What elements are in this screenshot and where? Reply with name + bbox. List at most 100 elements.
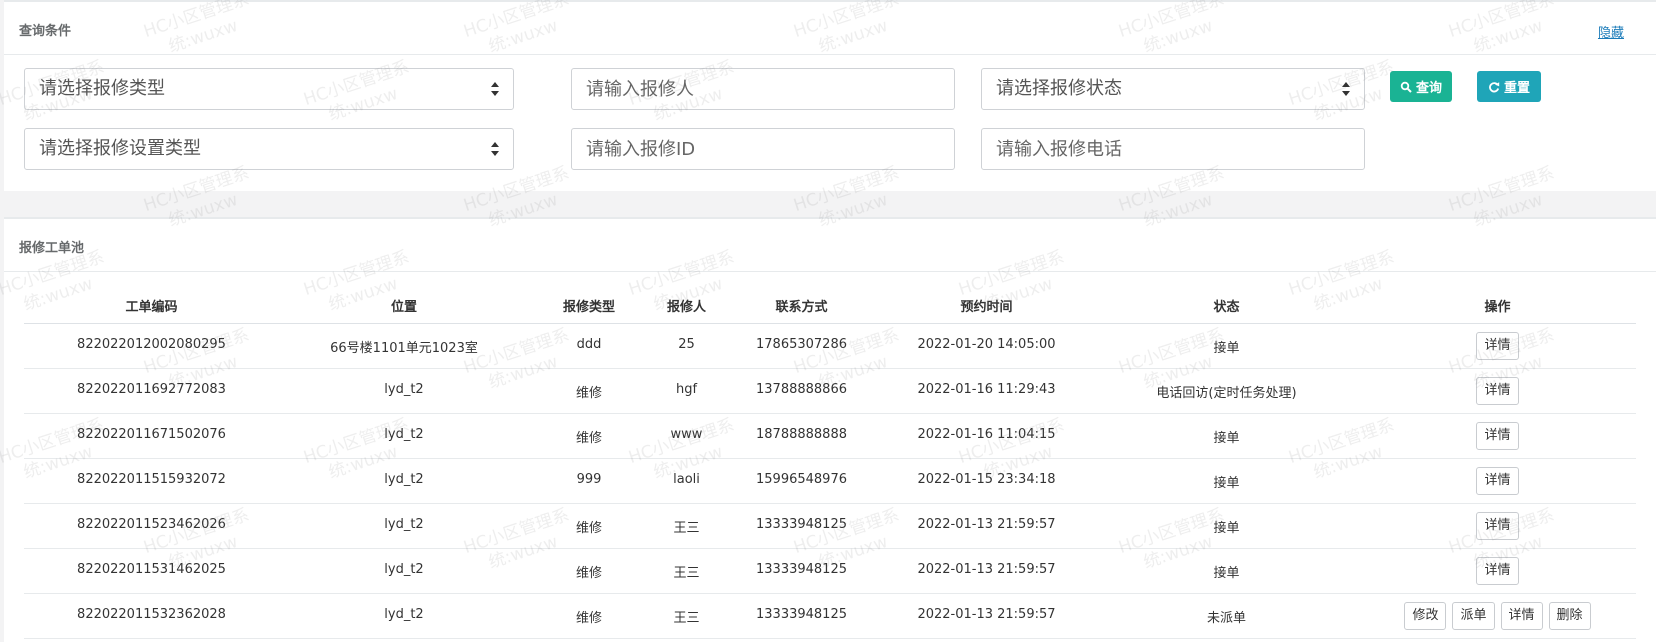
detail-button[interactable]: 详情	[1476, 466, 1519, 495]
table-body: 822022012002080295 66号楼1101单元1023室 ddd 25 17…	[24, 323, 1636, 639]
status-cell: 接单	[1094, 503, 1359, 549]
location-cell: lyd_t2	[279, 458, 529, 504]
column-header: 报修类型	[529, 287, 649, 324]
table-row: 822022011671502076 lyd_t2 维修 www 18788888888…	[24, 413, 1636, 459]
detail-button[interactable]: 详情	[1476, 376, 1519, 405]
repair-pool-header: 报修工单池	[4, 219, 1656, 272]
column-header: 工单编码	[24, 287, 279, 324]
repair-type-cell: 维修	[529, 503, 649, 549]
phone-cell: 13788888866	[724, 368, 879, 414]
location-cell: lyd_t2	[279, 503, 529, 549]
repair-type-select-value: 请选择报修类型	[39, 78, 165, 99]
actions-cell: 详情	[1359, 548, 1636, 594]
row-actions: 详情	[1360, 331, 1635, 360]
detail-button[interactable]: 详情	[1476, 421, 1519, 450]
reporter-cell: 王三	[649, 593, 724, 639]
select-arrows-icon	[491, 142, 499, 156]
repair-pool-panel: 报修工单池 工单编码 位置 报修类型 报修人 联系方式 预约时间 状态 操作 8…	[4, 217, 1656, 642]
hide-link[interactable]: 隐藏	[1598, 22, 1624, 41]
column-header: 联系方式	[724, 287, 879, 324]
select-arrows-icon	[1342, 82, 1350, 96]
repair-type-select[interactable]: 请选择报修类型	[24, 68, 514, 110]
reporter-cell: hgf	[649, 368, 724, 414]
reporter-cell: 王三	[649, 548, 724, 594]
row-actions: 详情	[1360, 511, 1635, 540]
search-icon	[1400, 81, 1412, 93]
location-cell: 66号楼1101单元1023室	[279, 323, 529, 369]
appointment-time-cell: 2022-01-16 11:04:15	[879, 413, 1094, 459]
location-cell: lyd_t2	[279, 593, 529, 639]
actions-cell: 详情	[1359, 323, 1636, 369]
column-header: 状态	[1094, 287, 1359, 324]
column-header: 预约时间	[879, 287, 1094, 324]
actions-cell: 修改 派单 详情 删除	[1359, 593, 1636, 639]
status-cell: 电话回访(定时任务处理)	[1094, 368, 1359, 414]
appointment-time-cell: 2022-01-13 21:59:57	[879, 593, 1094, 639]
repair-type-cell: 维修	[529, 368, 649, 414]
table-row: 822022012002080295 66号楼1101单元1023室 ddd 25 17…	[24, 323, 1636, 369]
phone-cell: 18788888888	[724, 413, 879, 459]
order-code-cell: 822022011692772083	[24, 368, 279, 414]
appointment-time-cell: 2022-01-13 21:59:57	[879, 548, 1094, 594]
reset-button-label: 重置	[1503, 81, 1530, 96]
query-panel-title: 查询条件	[19, 24, 72, 39]
order-code-cell: 822022011515932072	[24, 458, 279, 504]
dispatch-button[interactable]: 派单	[1452, 601, 1495, 630]
reset-button[interactable]: 重置	[1477, 71, 1541, 102]
repair-type-cell: 维修	[529, 593, 649, 639]
status-cell: 接单	[1094, 323, 1359, 369]
query-panel: 查询条件 隐藏 请选择报修类型 请选择报修状态 查询 重置 请选择报修设置类型	[4, 0, 1656, 191]
appointment-time-cell: 2022-01-13 21:59:57	[879, 503, 1094, 549]
phone-cell: 13333948125	[724, 593, 879, 639]
detail-button[interactable]: 详情	[1476, 556, 1519, 585]
table-header-row: 工单编码 位置 报修类型 报修人 联系方式 预约时间 状态 操作	[24, 287, 1636, 324]
repair-type-cell: 999	[529, 458, 649, 504]
reporter-input[interactable]	[571, 68, 955, 110]
reporter-cell: www	[649, 413, 724, 459]
order-code-cell: 822022011531462025	[24, 548, 279, 594]
location-cell: lyd_t2	[279, 413, 529, 459]
row-actions: 修改 派单 详情 删除	[1360, 601, 1635, 630]
order-code-cell: 822022012002080295	[24, 323, 279, 369]
repair-type-cell: 维修	[529, 413, 649, 459]
appointment-time-cell: 2022-01-20 14:05:00	[879, 323, 1094, 369]
edit-button[interactable]: 修改	[1404, 601, 1447, 630]
phone-cell: 13333948125	[724, 548, 879, 594]
actions-cell: 详情	[1359, 368, 1636, 414]
detail-button[interactable]: 详情	[1476, 511, 1519, 540]
location-cell: lyd_t2	[279, 368, 529, 414]
repair-phone-input[interactable]	[981, 128, 1365, 170]
table-row: 822022011692772083 lyd_t2 维修 hgf 13788888866…	[24, 368, 1636, 414]
detail-button[interactable]: 详情	[1476, 331, 1519, 360]
order-code-cell: 822022011532362028	[24, 593, 279, 639]
detail-button[interactable]: 详情	[1500, 601, 1543, 630]
refresh-icon	[1489, 81, 1500, 92]
actions-cell: 详情	[1359, 503, 1636, 549]
status-cell: 未派单	[1094, 593, 1359, 639]
phone-cell: 13333948125	[724, 503, 879, 549]
row-actions: 详情	[1360, 421, 1635, 450]
order-code-cell: 822022011671502076	[24, 413, 279, 459]
appointment-time-cell: 2022-01-15 23:34:18	[879, 458, 1094, 504]
search-button[interactable]: 查询	[1390, 71, 1452, 102]
actions-cell: 详情	[1359, 458, 1636, 504]
status-cell: 接单	[1094, 548, 1359, 594]
column-header: 报修人	[649, 287, 724, 324]
phone-cell: 17865307286	[724, 323, 879, 369]
actions-cell: 详情	[1359, 413, 1636, 459]
reporter-cell: 王三	[649, 503, 724, 549]
delete-button[interactable]: 删除	[1548, 601, 1591, 630]
repair-id-input[interactable]	[571, 128, 955, 170]
row-actions: 详情	[1360, 466, 1635, 495]
location-cell: lyd_t2	[279, 548, 529, 594]
select-arrows-icon	[491, 82, 499, 96]
appointment-time-cell: 2022-01-16 11:29:43	[879, 368, 1094, 414]
reporter-cell: 25	[649, 323, 724, 369]
row-actions: 详情	[1360, 376, 1635, 405]
repair-status-select-value: 请选择报修状态	[996, 78, 1122, 99]
search-button-label: 查询	[1415, 81, 1442, 96]
repair-setting-type-select[interactable]: 请选择报修设置类型	[24, 128, 514, 170]
repair-status-select[interactable]: 请选择报修状态	[981, 68, 1365, 110]
repair-type-cell: 维修	[529, 548, 649, 594]
status-cell: 接单	[1094, 413, 1359, 459]
